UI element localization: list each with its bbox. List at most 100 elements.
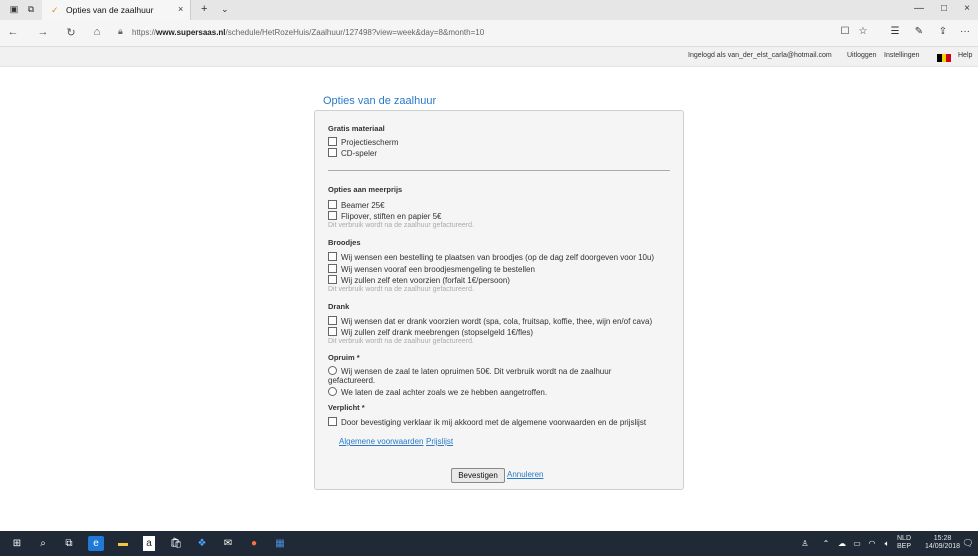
help-link[interactable]: Help	[958, 52, 972, 59]
checkbox-box[interactable]	[328, 252, 337, 261]
option-label: We laten de zaal achter zoals we ze hebb…	[341, 388, 548, 397]
checkbox-box[interactable]	[328, 148, 337, 157]
url-domain: www.supersaas.nl	[156, 28, 226, 37]
checkbox-cd-speler[interactable]: CD-speler	[328, 148, 377, 158]
logout-link[interactable]: Uitloggen	[847, 52, 877, 59]
browser-tab[interactable]: ✓ Opties van de zaalhuur ×	[42, 0, 191, 20]
file-explorer-icon[interactable]: ▬	[115, 536, 131, 551]
amazon-icon[interactable]: a	[143, 536, 155, 551]
language-top: NLD	[897, 535, 912, 542]
tab-title: Opties van de zaalhuur	[66, 5, 154, 15]
option-label: CD-speler	[341, 149, 378, 158]
options-form-panel: Gratis materiaal Projectiescherm CD-spel…	[314, 110, 684, 490]
clock-date: 14/09/2018	[925, 543, 961, 550]
option-label: Wij zullen zelf eten voorzien (forfait 1…	[341, 276, 510, 285]
web-notes-icon[interactable]: ✎	[912, 26, 926, 37]
store-icon[interactable]: 🛍︎	[168, 536, 184, 551]
checkbox-broodjesmengeling[interactable]: Wij wensen vooraf een broodjesmengeling …	[328, 264, 535, 274]
word-icon[interactable]: ▦	[272, 536, 288, 551]
volume-icon[interactable]: 🔈︎	[879, 536, 895, 551]
billing-note: Dit verbruik wordt na de zaalhuur gefact…	[328, 286, 474, 293]
algemene-voorwaarden-link[interactable]: Algemene voorwaarden	[339, 437, 424, 446]
site-user-bar: Ingelogd als van_der_elst_carla@hotmail.…	[0, 47, 978, 67]
checkbox-broodjes-bestelling[interactable]: Wij wensen een bestelling te plaatsen va…	[328, 252, 654, 262]
more-icon[interactable]: ···	[958, 26, 972, 37]
settings-link[interactable]: Instellingen	[884, 52, 919, 59]
url-prefix: https://	[132, 28, 157, 37]
action-center-icon[interactable]: 🗨︎	[960, 536, 976, 551]
maximize-icon[interactable]: □	[935, 3, 953, 14]
option-label-continuation: gefactureerd.	[328, 376, 376, 385]
checkbox-box[interactable]	[328, 327, 337, 336]
lock-icon: 🔒︎	[118, 26, 123, 36]
checkbox-projectiescherm[interactable]: Projectiescherm	[328, 137, 398, 147]
prijslijst-link[interactable]: Prijslijst	[426, 437, 453, 446]
show-hidden-icons-icon[interactable]: ⌃	[818, 536, 834, 551]
page-title: Opties van de zaalhuur	[323, 95, 437, 107]
tabs-aside-icon[interactable]: ▣	[8, 4, 20, 15]
task-view-icon[interactable]: ⧉	[61, 536, 77, 551]
reading-view-icon[interactable]: ☐	[838, 26, 852, 37]
belgian-flag-icon[interactable]	[937, 54, 952, 62]
option-label: Wij wensen vooraf een broodjesmengeling …	[341, 265, 535, 274]
share-icon[interactable]: ⇪	[936, 26, 950, 37]
set-tabs-aside-icon[interactable]: ⧉	[25, 4, 37, 15]
battery-icon[interactable]: ▭	[849, 536, 865, 551]
checkbox-box[interactable]	[328, 211, 337, 220]
option-label: Door bevestiging verklaar ik mij akkoord…	[341, 418, 647, 427]
forward-icon[interactable]: →	[36, 26, 50, 38]
url-path: /schedule/HetRozeHuis/Zaalhuur/127498?vi…	[225, 28, 485, 37]
option-label: Wij wensen de zaal te laten opruimen 50€…	[341, 367, 612, 376]
billing-note: Dit verbruik wordt na de zaalhuur gefact…	[328, 338, 474, 345]
confirm-button[interactable]: Bevestigen	[451, 468, 505, 483]
firefox-icon[interactable]: ●	[246, 536, 262, 551]
back-icon[interactable]: ←	[6, 26, 20, 38]
onedrive-icon[interactable]: ☁	[834, 536, 850, 551]
minimize-icon[interactable]: —	[910, 3, 928, 14]
tab-dropdown-icon[interactable]: ⌄	[221, 4, 229, 15]
clock[interactable]: 15:28 14/09/2018	[925, 535, 960, 551]
favorite-star-icon[interactable]: ☆	[856, 26, 870, 37]
checkbox-zelf-drank[interactable]: Wij zullen zelf drank meebrengen (stopse…	[328, 327, 533, 337]
cancel-link[interactable]: Annuleren	[507, 470, 543, 479]
radio-circle[interactable]	[328, 366, 337, 375]
checkbox-box[interactable]	[328, 275, 337, 284]
address-bar: ← → ↻ ⌂ 🔒︎ https://www.supersaas.nl/sche…	[0, 20, 978, 47]
checkbox-box[interactable]	[328, 417, 337, 426]
logged-in-text: Ingelogd als van_der_elst_carla@hotmail.…	[688, 52, 832, 59]
wifi-icon[interactable]: ◠	[864, 536, 880, 551]
option-label: Wij zullen zelf drank meebrengen (stopse…	[341, 328, 534, 337]
checkbox-beamer[interactable]: Beamer 25€	[328, 200, 385, 210]
browser-tab-bar: ▣ ⧉ ✓ Opties van de zaalhuur × + ⌄ — □ ×	[0, 0, 978, 20]
dropbox-icon[interactable]: ❖	[194, 536, 210, 551]
radio-opruimen[interactable]: Wij wensen de zaal te laten opruimen 50€…	[328, 366, 611, 376]
checkbox-box[interactable]	[328, 137, 337, 146]
checkbox-akkoord[interactable]: Door bevestiging verklaar ik mij akkoord…	[328, 417, 646, 427]
section-heading-gratis: Gratis materiaal	[328, 124, 385, 133]
checkbox-flipover[interactable]: Flipover, stiften en papier 5€	[328, 211, 442, 221]
new-tab-icon[interactable]: +	[201, 3, 207, 15]
search-icon[interactable]: ⌕	[35, 536, 51, 551]
option-label: Flipover, stiften en papier 5€	[341, 212, 442, 221]
checkbox-zelf-eten[interactable]: Wij zullen zelf eten voorzien (forfait 1…	[328, 275, 510, 285]
home-icon[interactable]: ⌂	[90, 26, 104, 38]
checkbox-box[interactable]	[328, 316, 337, 325]
refresh-icon[interactable]: ↻	[64, 26, 78, 39]
language-indicator[interactable]: NLD BEP	[897, 535, 911, 551]
checkbox-box[interactable]	[328, 264, 337, 273]
checkbox-box[interactable]	[328, 200, 337, 209]
checkbox-drank-voorzien[interactable]: Wij wensen dat er drank voorzien wordt (…	[328, 316, 652, 326]
option-label: Projectiescherm	[341, 138, 399, 147]
tab-close-icon[interactable]: ×	[178, 4, 183, 14]
radio-achterlaten[interactable]: We laten de zaal achter zoals we ze hebb…	[328, 387, 547, 397]
section-heading-opruim: Opruim *	[328, 353, 360, 362]
windows-start-icon[interactable]: ⊞	[9, 536, 25, 551]
hub-icon[interactable]: ☰	[888, 26, 902, 37]
close-window-icon[interactable]: ×	[958, 3, 976, 14]
radio-circle[interactable]	[328, 387, 337, 396]
mail-icon[interactable]: ✉	[220, 536, 236, 551]
people-icon[interactable]: ♙	[797, 536, 813, 551]
url-field[interactable]: https://www.supersaas.nl/schedule/HetRoz…	[132, 28, 484, 37]
tab-favicon-icon: ✓	[51, 5, 59, 15]
edge-icon[interactable]: e	[88, 536, 104, 551]
